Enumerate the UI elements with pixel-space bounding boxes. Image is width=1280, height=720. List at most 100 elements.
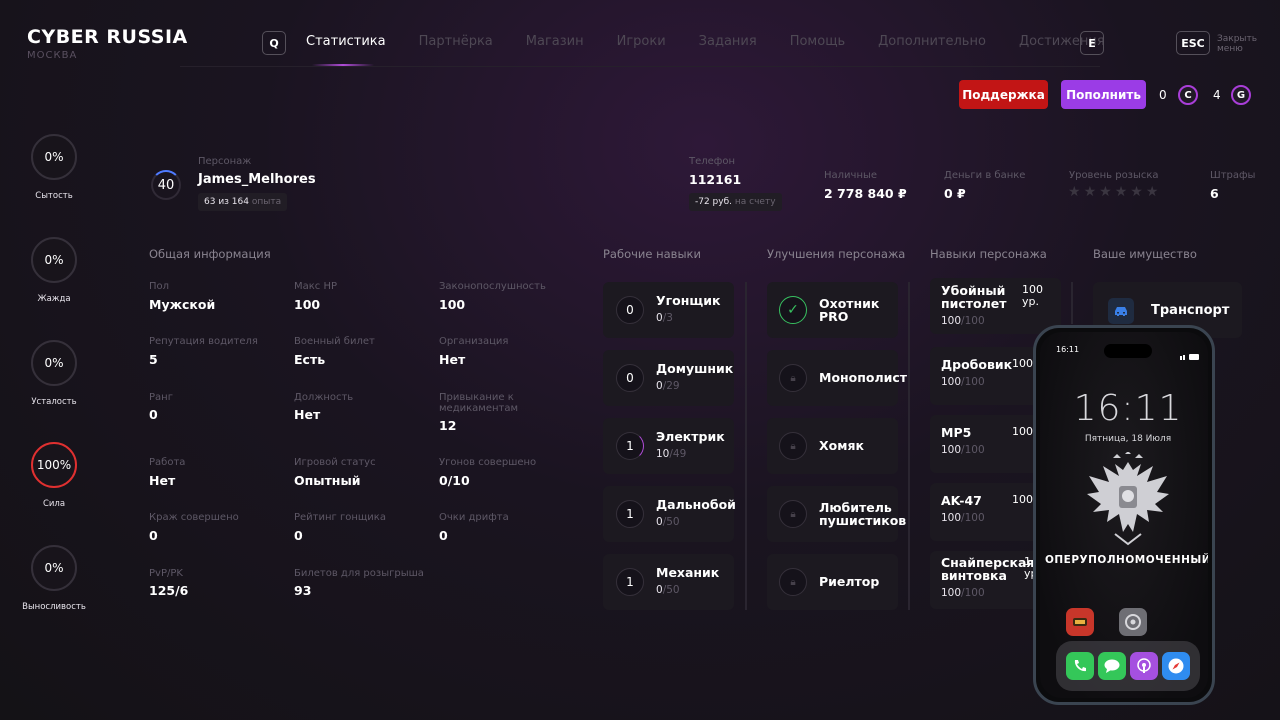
fatigue-label: Усталость [31,397,77,407]
nav-next-key[interactable]: E [1080,31,1104,55]
char-skill-name: Дробовик [941,357,1013,372]
city-label: МОСКВА [27,50,78,61]
battery-icon-svg [1180,354,1199,360]
phone[interactable]: 16:11 16:11 Пятница, 18 Июля ОПЕРУПОЛНОМ… [1033,325,1215,705]
skill-name: Угонщик [656,293,721,308]
lock-icon: 🔒︎ [779,432,807,460]
info-value: 0/10 [439,473,470,488]
transport-label: Транспорт [1151,303,1230,318]
cash-label: Наличные [824,170,878,181]
tab-players[interactable]: Игроки [617,34,666,54]
wanted-stars: ★ ★ ★ ★ ★ ★ [1068,184,1158,200]
tab-help[interactable]: Помощь [790,34,845,54]
skill-progress-max: /50 [662,516,680,528]
char-skill-max: /100 [961,587,985,599]
tab-partner[interactable]: Партнёрка [419,34,493,54]
info-value: 12 [439,418,457,433]
tab-statistics[interactable]: Статистика [306,34,386,54]
skill-progress-max: /50 [662,584,680,596]
phone-balance-suffix: на счету [734,197,776,207]
char-skill-max: /100 [961,512,985,524]
char-skill-name: Снайперская винтовка [941,555,1035,583]
char-skill-name: MP5 [941,425,972,440]
column-divider [745,282,747,610]
phone-dock [1056,641,1200,691]
skill-level-ring: 1 [616,432,644,460]
battery-icon [1180,346,1200,365]
char-skill-max: /100 [961,315,985,327]
star-icon: ★ [1130,184,1143,200]
skill-name: Домушник [656,361,734,376]
info-label: Пол [149,281,170,292]
info-label: Ранг [149,392,173,403]
column-divider [1071,282,1073,324]
podcasts-app-icon[interactable] [1130,652,1158,680]
upgrade-name: Любитель пушистиков [819,500,907,528]
phone-date: Пятница, 18 Июля [1084,434,1172,444]
skill-progress: 0/29 [656,380,680,392]
char-skill-max: /100 [961,444,985,456]
phone-screen: 16:11 16:11 Пятница, 18 Июля ОПЕРУПОЛНОМ… [1040,332,1208,698]
info-label: Работа [149,457,186,468]
phone-label: Телефон [689,156,736,167]
property-title: Ваше имущество [1093,247,1197,261]
info-value: Нет [294,407,321,422]
satiety-ring: 0% [31,134,77,180]
eagle-emblem-svg [1087,451,1169,546]
info-label: Репутация водителя [149,336,258,347]
char-skill-max: /100 [961,376,985,388]
close-menu-label[interactable]: Закрыть меню [1217,34,1262,54]
skill-progress: 0/3 [656,312,673,324]
info-value: 0 [149,407,158,422]
compass-icon [1168,658,1184,674]
lock-icon: 🔒︎ [779,500,807,528]
upgrade-name: Охотник PRO [819,296,880,324]
topup-button[interactable]: Пополнить [1061,80,1146,109]
logo: CYBER RUSSIA [27,26,188,48]
info-label: Военный билет [294,336,375,347]
game-app-icon[interactable] [1066,608,1094,636]
upgrade-name: Монополист [819,370,908,385]
settings-app-icon[interactable] [1119,608,1147,636]
info-value: 100 [439,297,466,312]
phone-wallpaper-title: ОПЕРУПОЛНОМОЧЕННЫЙ [1044,554,1208,566]
char-skill-name: AK-47 [941,493,982,508]
car-icon [1108,298,1134,324]
info-value: Мужской [149,297,216,312]
char-skill-value: 100 [941,444,962,456]
active-tab-underline [312,64,374,66]
char-skill-level: 100 [1012,357,1033,370]
skill-progress-max: /3 [662,312,673,324]
char-skill-name: Убойный пистолет [941,283,1007,311]
safari-app-icon[interactable] [1162,652,1190,680]
coin-g-value: 4 [1213,88,1221,102]
stamina-ring: 0% [31,545,77,591]
strength-ring: 100% [31,442,77,488]
satiety-label: Сытость [35,191,73,201]
info-value: 5 [149,352,158,367]
tab-shop[interactable]: Магазин [526,34,584,54]
star-icon: ★ [1145,184,1159,200]
nav-prev-key[interactable]: Q [262,31,286,55]
char-skill-value: 100 [941,376,962,388]
tab-additional[interactable]: Дополнительно [878,34,986,54]
thirst-label: Жажда [37,294,71,304]
work-skills-title: Рабочие навыки [603,247,701,261]
char-skill-value: 100 [941,587,962,599]
phone-app-icon[interactable] [1066,652,1094,680]
phone-call-icon [1074,660,1086,672]
cash-value: 2 778 840 ₽ [824,186,907,201]
tab-tasks[interactable]: Задания [699,34,757,54]
exp-chip: 63 из 164 опыта [198,193,288,211]
support-button[interactable]: Поддержка [959,80,1048,109]
skill-level-ring: 0 [616,296,644,324]
exp-value: 63 из 164 [204,197,249,207]
info-label: Привыкание к медикаментам [439,392,519,414]
skill-progress-value: 0 [656,584,663,596]
esc-key[interactable]: ESC [1176,31,1210,55]
messages-app-icon[interactable] [1098,652,1126,680]
fines-label: Штрафы [1210,170,1256,181]
char-skill-progress: 100/100 [941,587,985,599]
skill-progress: 0/50 [656,516,680,528]
info-value: Опытный [294,473,361,488]
